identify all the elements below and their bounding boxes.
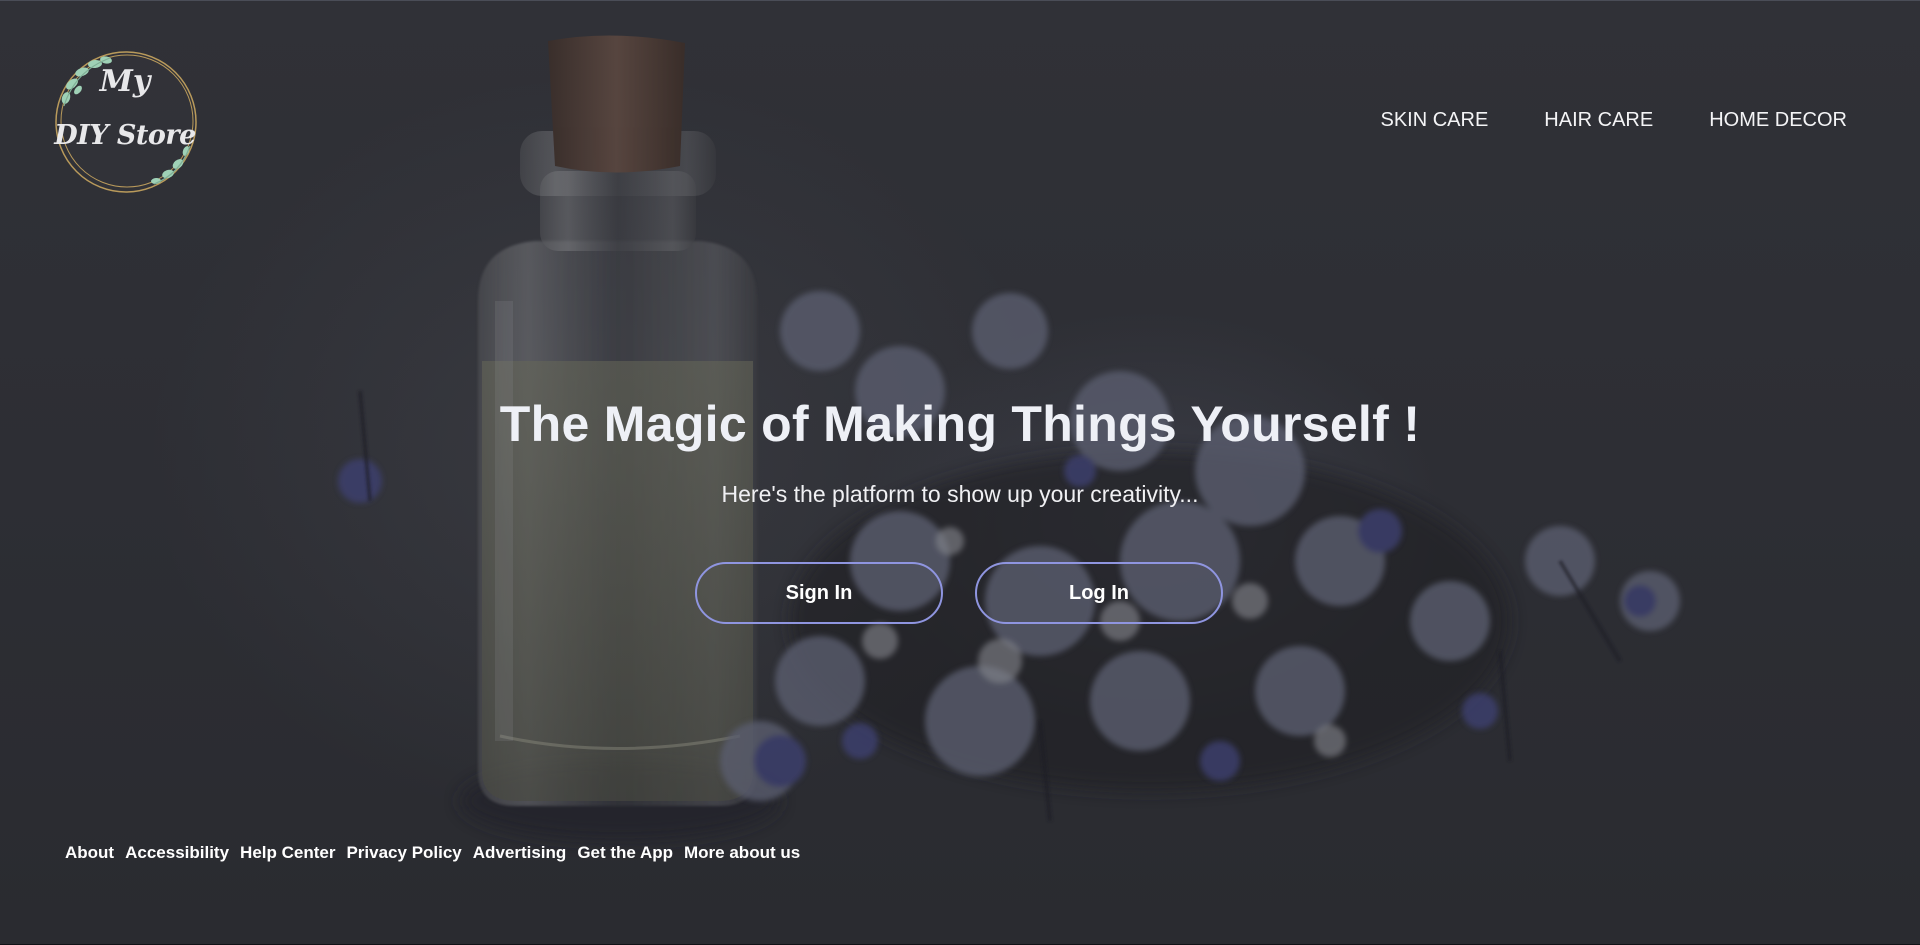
sign-in-button[interactable]: Sign In <box>695 562 943 624</box>
main-nav: SKIN CARE HAIR CARE HOME DECOR <box>1380 109 1847 132</box>
footer-link-accessibility[interactable]: Accessibility <box>125 843 229 863</box>
store-logo[interactable]: My DIY Store <box>50 46 200 196</box>
background-photo <box>338 35 1680 841</box>
nav-item-hair-care[interactable]: HAIR CARE <box>1544 109 1653 132</box>
hero-title: The Magic of Making Things Yourself ! <box>499 396 1421 452</box>
footer-links: About Accessibility Help Center Privacy … <box>65 843 800 863</box>
logo-text-line1: My <box>99 64 151 99</box>
footer-link-advertising[interactable]: Advertising <box>473 843 567 863</box>
landing-page: My DIY Store SKIN CARE HAIR CARE HOME DE… <box>0 0 1920 945</box>
footer-link-about[interactable]: About <box>65 843 114 863</box>
footer-link-help-center[interactable]: Help Center <box>240 843 335 863</box>
logo-text-line2: DIY Store <box>54 120 196 151</box>
log-in-button[interactable]: Log In <box>975 562 1223 624</box>
nav-item-home-decor[interactable]: HOME DECOR <box>1709 109 1847 132</box>
hero-subtitle: Here's the platform to show up your crea… <box>721 481 1199 507</box>
footer-link-get-the-app[interactable]: Get the App <box>577 843 673 863</box>
footer-link-more-about-us[interactable]: More about us <box>684 843 800 863</box>
nav-item-skin-care[interactable]: SKIN CARE <box>1380 109 1488 132</box>
footer-link-privacy-policy[interactable]: Privacy Policy <box>346 843 461 863</box>
